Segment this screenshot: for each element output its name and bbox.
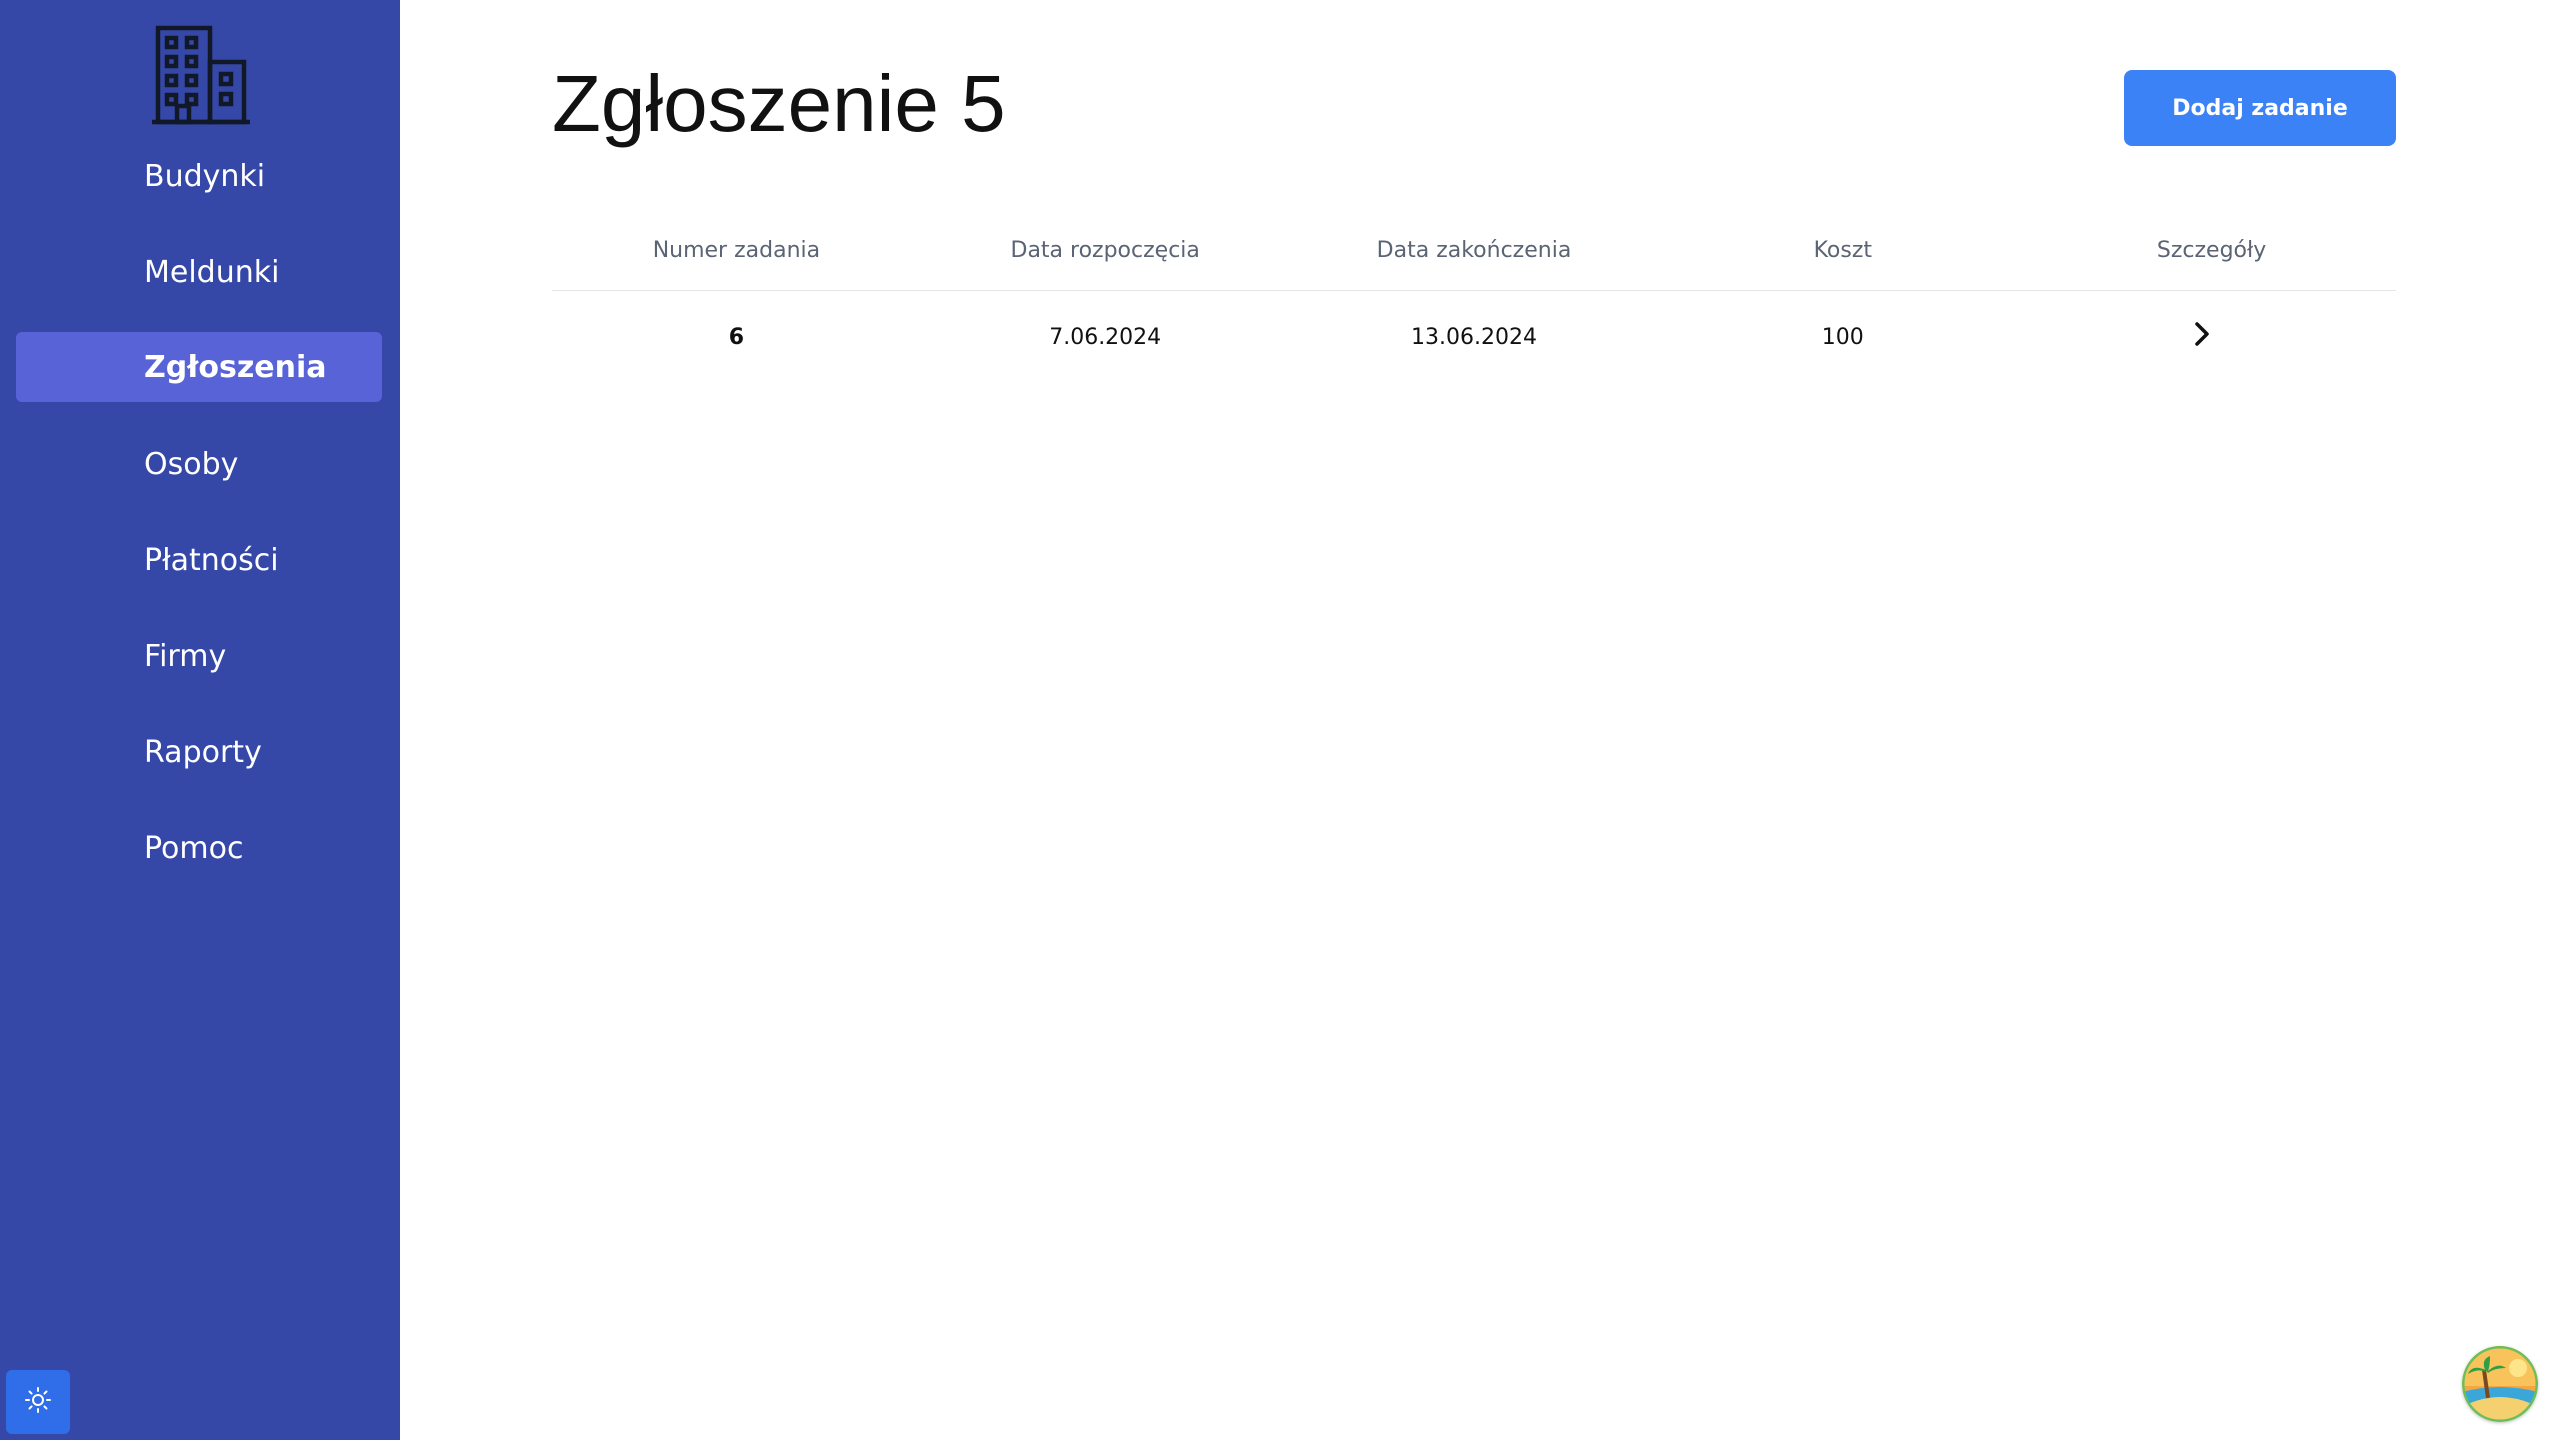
sidebar-item-label: Firmy xyxy=(144,638,227,674)
sidebar-item-label: Płatności xyxy=(144,542,279,578)
details-link[interactable] xyxy=(2191,319,2213,355)
sidebar: Budynki Meldunki Zgłoszenia Osoby Płatno… xyxy=(0,0,400,1440)
end-date-cell: 13.06.2024 xyxy=(1411,324,1537,350)
main-content: Zgłoszenie 5 Dodaj zadanie Numer zadania… xyxy=(400,0,2560,1440)
table-row: 6 7.06.2024 13.06.2024 100 xyxy=(552,291,2396,383)
cost-cell: 100 xyxy=(1821,324,1864,350)
start-date-cell: 7.06.2024 xyxy=(1049,324,1162,350)
sidebar-item-budynki[interactable]: Budynki xyxy=(16,141,382,211)
details-cell xyxy=(2027,319,2396,355)
sidebar-item-pomoc[interactable]: Pomoc xyxy=(16,813,382,883)
sidebar-item-label: Osoby xyxy=(144,446,239,482)
column-header-details: Szczegóły xyxy=(2156,237,2267,263)
building-icon xyxy=(150,22,252,128)
sidebar-item-zgloszenia[interactable]: Zgłoszenia xyxy=(16,332,382,402)
user-avatar[interactable] xyxy=(2462,1346,2538,1422)
sidebar-item-platnosci[interactable]: Płatności xyxy=(16,525,382,595)
sidebar-item-firmy[interactable]: Firmy xyxy=(16,621,382,691)
task-number-cell: 6 xyxy=(728,324,745,350)
sidebar-item-label: Zgłoszenia xyxy=(144,349,327,385)
sun-icon xyxy=(24,1386,52,1418)
theme-toggle-button[interactable] xyxy=(6,1370,70,1434)
sidebar-item-label: Raporty xyxy=(144,734,262,770)
sidebar-item-label: Budynki xyxy=(144,158,266,194)
sidebar-item-raporty[interactable]: Raporty xyxy=(16,717,382,787)
sidebar-item-label: Pomoc xyxy=(144,830,244,866)
sidebar-item-label: Meldunki xyxy=(144,254,280,290)
tasks-table: Numer zadania Data rozpoczęcia Data zako… xyxy=(552,210,2396,383)
column-header-number: Numer zadania xyxy=(652,237,821,263)
page-title: Zgłoszenie 5 xyxy=(552,59,1006,148)
table-header: Numer zadania Data rozpoczęcia Data zako… xyxy=(552,210,2396,291)
column-header-start-date: Data rozpoczęcia xyxy=(1010,237,1200,263)
sidebar-item-osoby[interactable]: Osoby xyxy=(16,429,382,499)
add-task-button[interactable]: Dodaj zadanie xyxy=(2124,70,2396,146)
sidebar-item-meldunki[interactable]: Meldunki xyxy=(16,237,382,307)
column-header-cost: Koszt xyxy=(1813,237,1872,263)
column-header-end-date: Data zakończenia xyxy=(1376,237,1572,263)
chevron-right-icon xyxy=(2191,319,2213,355)
